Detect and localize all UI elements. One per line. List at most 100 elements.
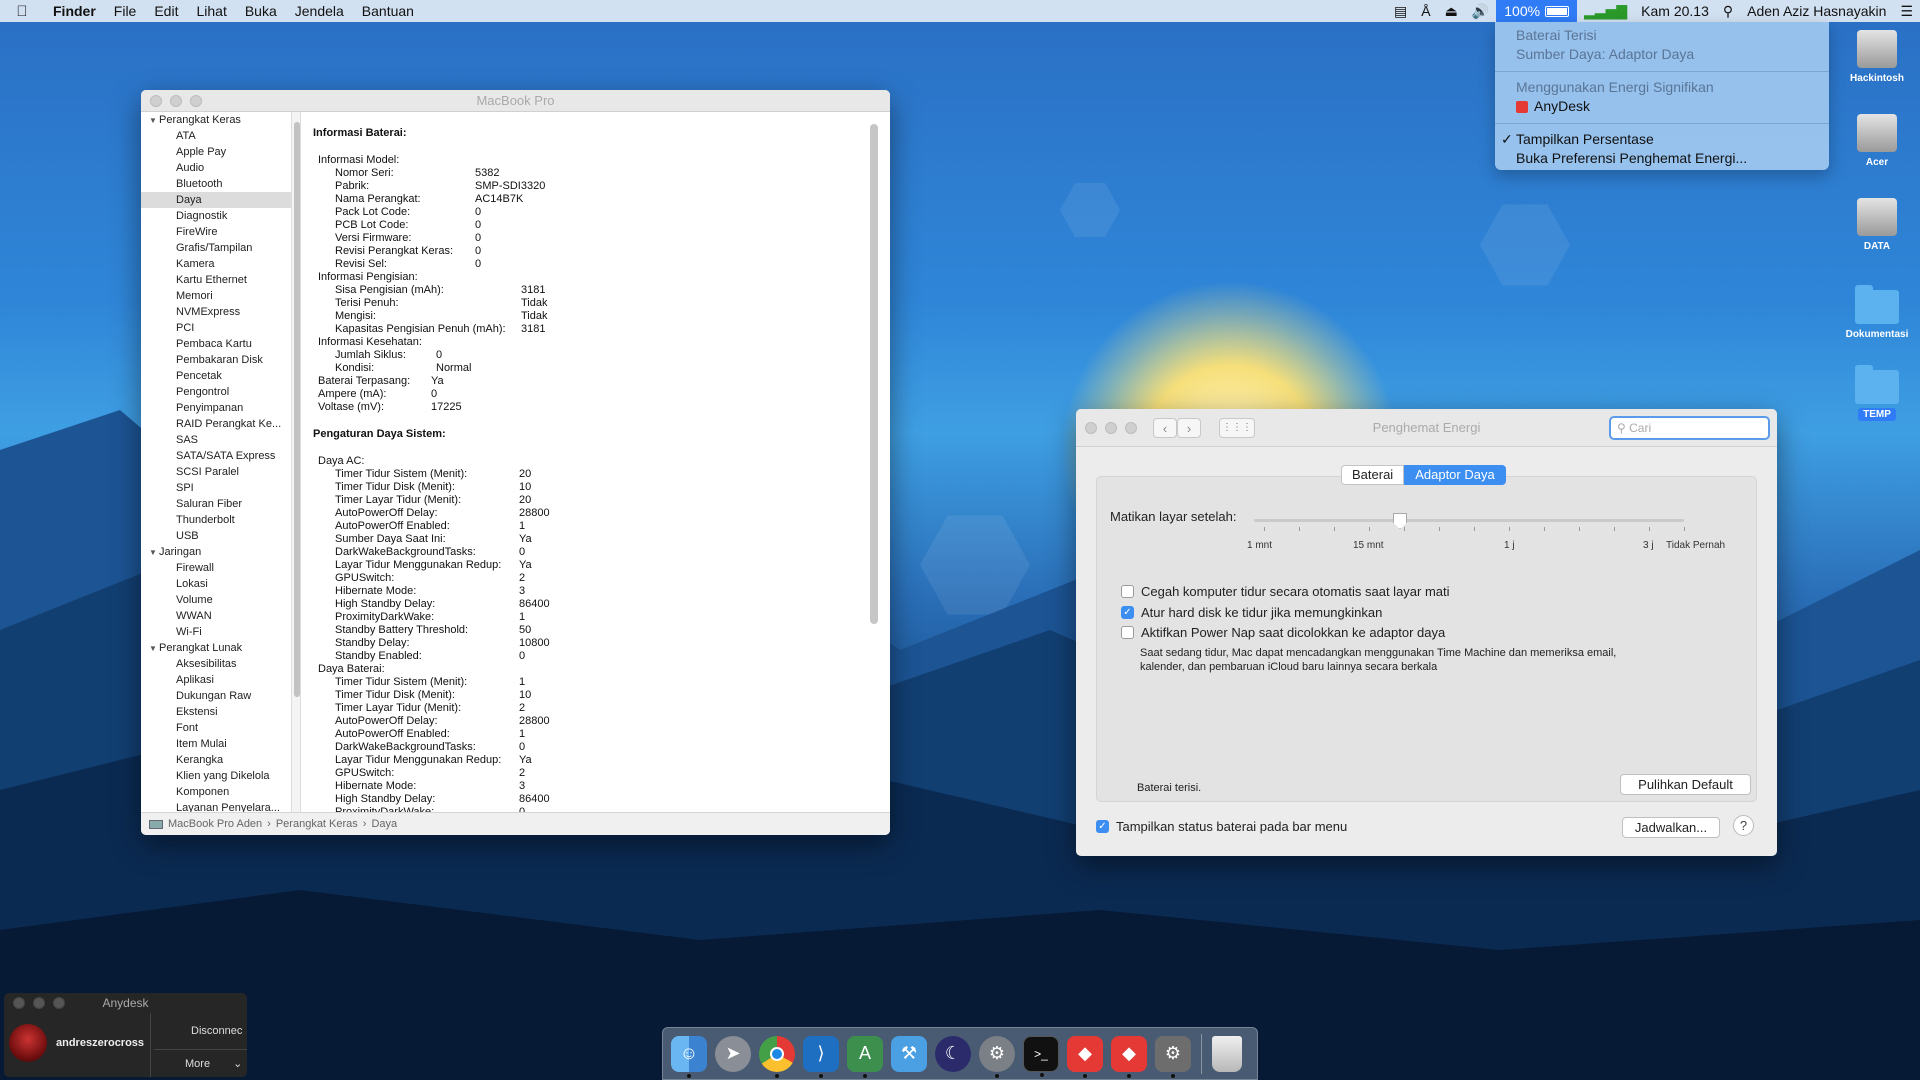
sidebar-item[interactable]: SAS xyxy=(141,432,291,448)
schedule-button[interactable]: Jadwalkan... xyxy=(1622,817,1720,838)
vscode-icon[interactable]: ⟩ xyxy=(803,1035,839,1078)
desktop-folder-dokumentasi[interactable]: Dokumentasi xyxy=(1832,285,1920,340)
disclosure-triangle-icon[interactable]: ▼ xyxy=(149,116,159,125)
battery-status-item[interactable]: 100% xyxy=(1496,0,1578,22)
close-button[interactable] xyxy=(1085,421,1097,434)
eject-icon[interactable]: ⏏ xyxy=(1438,3,1465,20)
sidebar-item[interactable]: Apple Pay xyxy=(141,144,291,160)
close-button[interactable] xyxy=(150,94,162,107)
disconnect-button[interactable]: Disconnec xyxy=(191,1025,242,1037)
restore-defaults-button[interactable]: Pulihkan Default xyxy=(1620,774,1751,795)
menu-go[interactable]: Buka xyxy=(236,3,286,19)
significant-app-item[interactable]: AnyDesk xyxy=(1495,97,1829,116)
sidebar-item[interactable]: Komponen xyxy=(141,784,291,800)
path-item[interactable]: MacBook Pro Aden xyxy=(168,818,262,830)
sidebar-item[interactable]: SPI xyxy=(141,480,291,496)
sidebar-item[interactable]: Lokasi xyxy=(141,576,291,592)
sidebar-item[interactable]: Memori xyxy=(141,288,291,304)
menu-app-name[interactable]: Finder xyxy=(44,3,105,19)
sidebar-item[interactable]: Audio xyxy=(141,160,291,176)
notification-center-icon[interactable]: ☰ xyxy=(1893,3,1920,20)
automator-icon[interactable]: ⚙ xyxy=(1155,1035,1191,1078)
checkbox[interactable]: ✓ xyxy=(1121,606,1134,619)
display-sleep-slider[interactable] xyxy=(1254,519,1684,522)
trash-icon[interactable] xyxy=(1212,1035,1242,1072)
terminal-icon[interactable]: >_ xyxy=(1023,1035,1059,1077)
checkbox[interactable] xyxy=(1121,585,1134,598)
sidebar-item[interactable]: Item Mulai xyxy=(141,736,291,752)
sidebar-item[interactable]: SCSI Paralel xyxy=(141,464,291,480)
sidebar-item[interactable]: FireWire xyxy=(141,224,291,240)
spotlight-search-icon[interactable]: ⚲ xyxy=(1716,3,1740,20)
show-all-grid-button[interactable]: ⋮⋮⋮ xyxy=(1219,418,1255,438)
disclosure-triangle-icon[interactable]: ▼ xyxy=(149,644,159,653)
power-nap-option[interactable]: Aktifkan Power Nap saat dicolokkan ke ad… xyxy=(1121,625,1445,640)
sidebar-item[interactable]: Ekstensi xyxy=(141,704,291,720)
minimize-button[interactable] xyxy=(170,94,182,107)
tab-adaptor-daya[interactable]: Adaptor Daya xyxy=(1404,465,1506,485)
back-button[interactable]: ‹ xyxy=(1153,418,1177,438)
menu-edit[interactable]: Edit xyxy=(145,3,187,19)
sidebar-item[interactable]: Pembaca Kartu xyxy=(141,336,291,352)
sidebar-item[interactable]: RAID Perangkat Ke... xyxy=(141,416,291,432)
zoom-button[interactable] xyxy=(53,997,65,1009)
activity-monitor-icon[interactable]: ▤ xyxy=(1387,3,1414,20)
anydesk-icon-2[interactable]: ◆ xyxy=(1111,1035,1147,1078)
sidebar-item[interactable]: WWAN xyxy=(141,608,291,624)
desktop-disk-acer[interactable]: Acer xyxy=(1832,114,1920,168)
android-studio-icon[interactable]: A xyxy=(847,1035,883,1078)
checkbox[interactable]: ✓ xyxy=(1096,820,1109,833)
more-button[interactable]: More ⌄ xyxy=(185,1057,242,1070)
menu-help[interactable]: Bantuan xyxy=(353,3,423,19)
path-item[interactable]: Perangkat Keras xyxy=(276,818,358,830)
system-preferences-icon[interactable]: ⚙ xyxy=(979,1035,1015,1078)
signal-icon[interactable]: ▂▃▅▇ xyxy=(1577,3,1634,20)
checkbox[interactable] xyxy=(1121,626,1134,639)
bluetooth-icon[interactable]: Å xyxy=(1414,3,1437,19)
sidebar-item[interactable]: Kamera xyxy=(141,256,291,272)
sidebar-item[interactable]: Grafis/Tampilan xyxy=(141,240,291,256)
sidebar-item[interactable]: Pembakaran Disk xyxy=(141,352,291,368)
scrollbar-thumb[interactable] xyxy=(294,122,300,697)
menu-window[interactable]: Jendela xyxy=(286,3,353,19)
sidebar-item[interactable]: Layanan Penyelara... xyxy=(141,800,291,812)
sidebar-group[interactable]: ▼ Perangkat Keras xyxy=(141,112,291,128)
sidebar-item[interactable]: Diagnostik xyxy=(141,208,291,224)
sidebar-item[interactable]: Aplikasi xyxy=(141,672,291,688)
menu-view[interactable]: Lihat xyxy=(187,3,235,19)
sidebar-item[interactable]: PCI xyxy=(141,320,291,336)
sidebar-item[interactable]: Font xyxy=(141,720,291,736)
sidebar-item[interactable]: Thunderbolt xyxy=(141,512,291,528)
sidebar-group[interactable]: ▼ Jaringan xyxy=(141,544,291,560)
sidebar-item[interactable]: Kartu Ethernet xyxy=(141,272,291,288)
minimize-button[interactable] xyxy=(33,997,45,1009)
apple-menu-icon[interactable]:  xyxy=(0,3,44,20)
path-item[interactable]: Daya xyxy=(371,818,397,830)
sidebar-item[interactable]: Firewall xyxy=(141,560,291,576)
menu-user[interactable]: Aden Aziz Hasnayakin xyxy=(1740,3,1893,19)
sidebar-item[interactable]: Pencetak xyxy=(141,368,291,384)
sidebar-item[interactable]: NVMExpress xyxy=(141,304,291,320)
open-energy-prefs-item[interactable]: Buka Preferensi Penghemat Energi... xyxy=(1495,149,1829,168)
menu-file[interactable]: File xyxy=(105,3,146,19)
sidebar-item[interactable]: Klien yang Dikelola xyxy=(141,768,291,784)
chrome-icon[interactable] xyxy=(759,1035,795,1078)
sidebar-scrollbar[interactable] xyxy=(291,112,301,812)
sidebar-item[interactable]: USB xyxy=(141,528,291,544)
help-button[interactable]: ? xyxy=(1733,815,1754,836)
sidebar-group[interactable]: ▼ Perangkat Lunak xyxy=(141,640,291,656)
prevent-sleep-option[interactable]: Cegah komputer tidur secara otomatis saa… xyxy=(1121,584,1450,599)
disclosure-triangle-icon[interactable]: ▼ xyxy=(149,548,159,557)
menu-clock[interactable]: Kam 20.13 xyxy=(1634,3,1716,19)
desktop-disk-data[interactable]: DATA xyxy=(1832,198,1920,252)
sidebar-item[interactable]: Aksesibilitas xyxy=(141,656,291,672)
sidebar-item[interactable]: Wi-Fi xyxy=(141,624,291,640)
anydesk-icon[interactable]: ◆ xyxy=(1067,1035,1103,1078)
detail-scrollbar[interactable] xyxy=(870,124,878,624)
show-battery-status-option[interactable]: ✓ Tampilkan status baterai pada bar menu xyxy=(1096,819,1347,834)
sidebar-item[interactable]: Penyimpanan xyxy=(141,400,291,416)
finder-icon[interactable]: ☺ xyxy=(671,1035,707,1078)
sidebar-item[interactable]: Pengontrol xyxy=(141,384,291,400)
sidebar-item[interactable]: Daya xyxy=(141,192,291,208)
volume-icon[interactable]: 🔊 xyxy=(1465,3,1496,20)
